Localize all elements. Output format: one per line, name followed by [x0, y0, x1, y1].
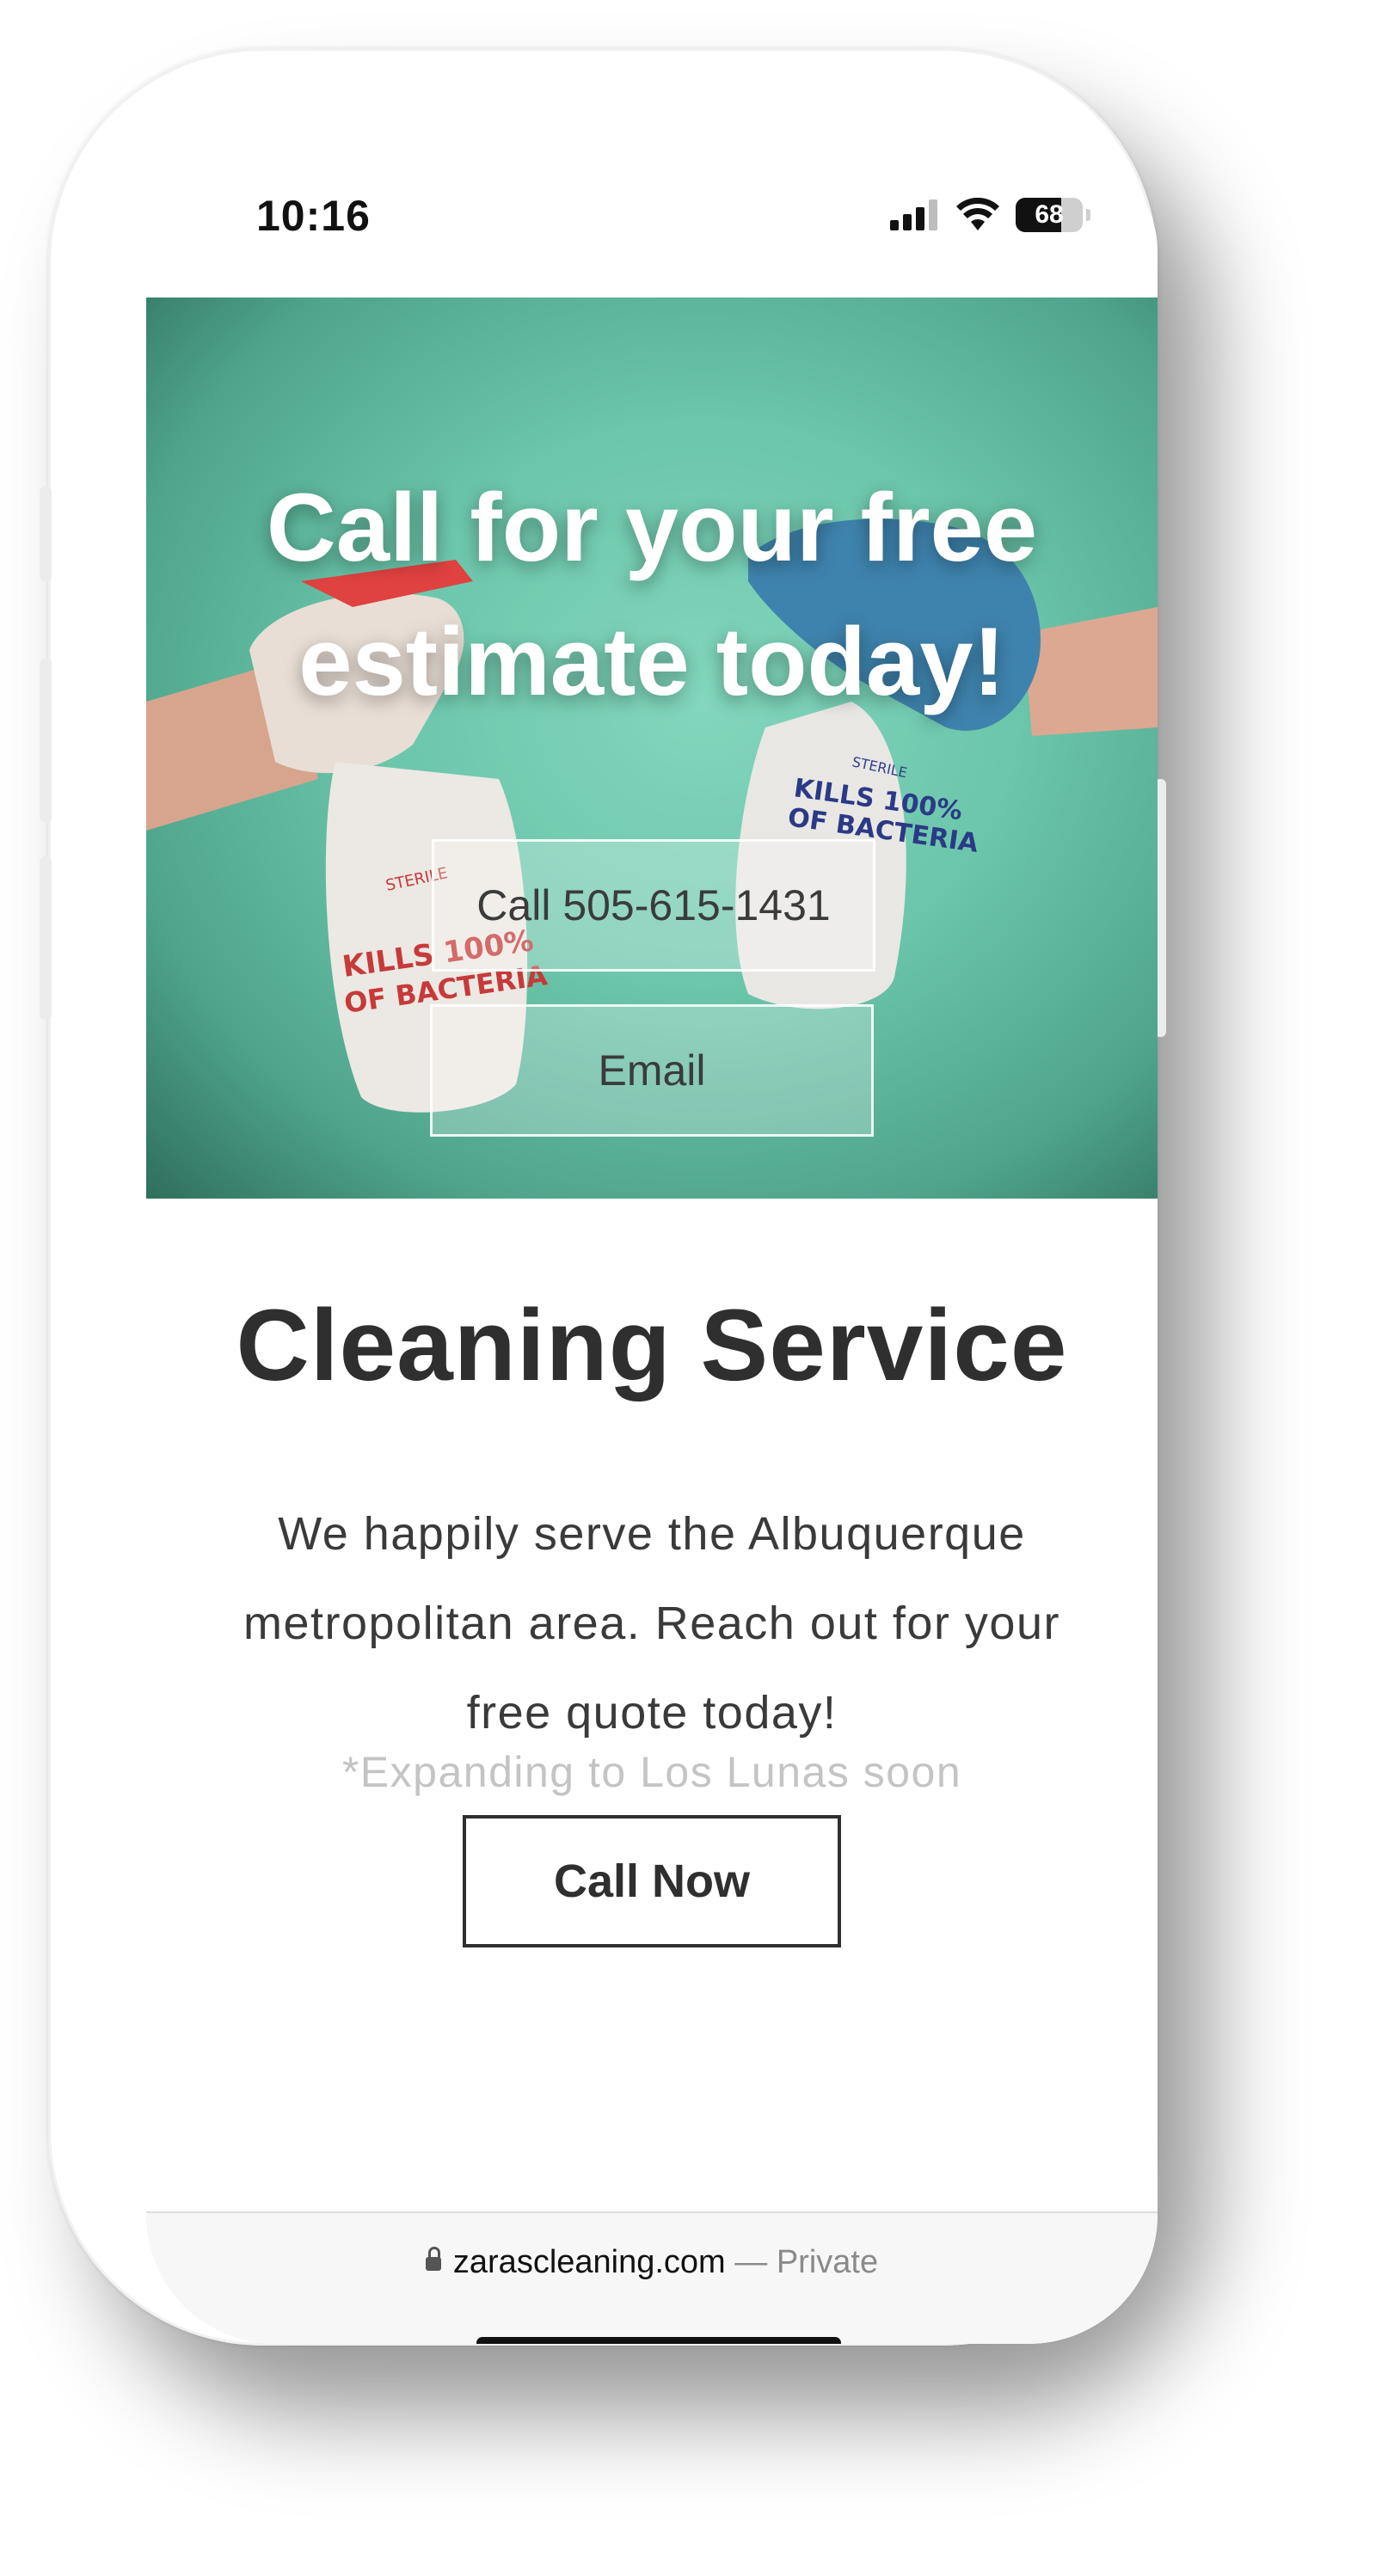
url-display[interactable]: zarascleaning.com — Private: [146, 2244, 1158, 2281]
battery-cap: [1086, 209, 1090, 221]
page-title: Cleaning Service: [236, 1289, 1068, 1402]
battery-level: 68: [1035, 200, 1064, 229]
volume-down-button: [40, 856, 52, 1020]
wifi-icon: [956, 198, 999, 230]
hero-title: Call for your free estimate today!: [146, 461, 1158, 729]
status-time: 10:16: [256, 192, 371, 240]
phone-frame: 10:16 68 STERILE KILLS 100% OF BACTERIA …: [40, 48, 1166, 2346]
service-description: We happily serve the Albuquerque metropo…: [243, 1508, 1060, 1739]
hero-title-line-1: Call for your free: [266, 474, 1038, 581]
call-phone-button[interactable]: Call 505-615-1431: [432, 839, 875, 972]
email-button[interactable]: Email: [430, 1004, 874, 1137]
lock-icon: [425, 2247, 441, 2271]
expansion-note: *Expanding to Los Lunas soon: [341, 1748, 962, 1796]
hero-title-line-2: estimate today!: [298, 608, 1005, 715]
safari-address-bar[interactable]: zarascleaning.com — Private: [146, 2211, 1158, 2344]
call-now-button[interactable]: Call Now: [463, 1815, 841, 1947]
hero-banner: STERILE KILLS 100% OF BACTERIA STERILE K…: [146, 297, 1158, 1199]
volume-up-button: [40, 659, 52, 822]
action-button: [40, 487, 52, 581]
home-indicator[interactable]: [476, 2337, 841, 2344]
url-domain: zarascleaning.com: [452, 2244, 726, 2280]
battery-icon: 68: [1016, 198, 1083, 232]
private-label: — Private: [725, 2244, 879, 2280]
cellular-signal-icon: [890, 199, 937, 230]
phone-screen: 10:16 68 STERILE KILLS 100% OF BACTERIA …: [146, 148, 1158, 2344]
status-icons: 68: [890, 198, 1090, 232]
